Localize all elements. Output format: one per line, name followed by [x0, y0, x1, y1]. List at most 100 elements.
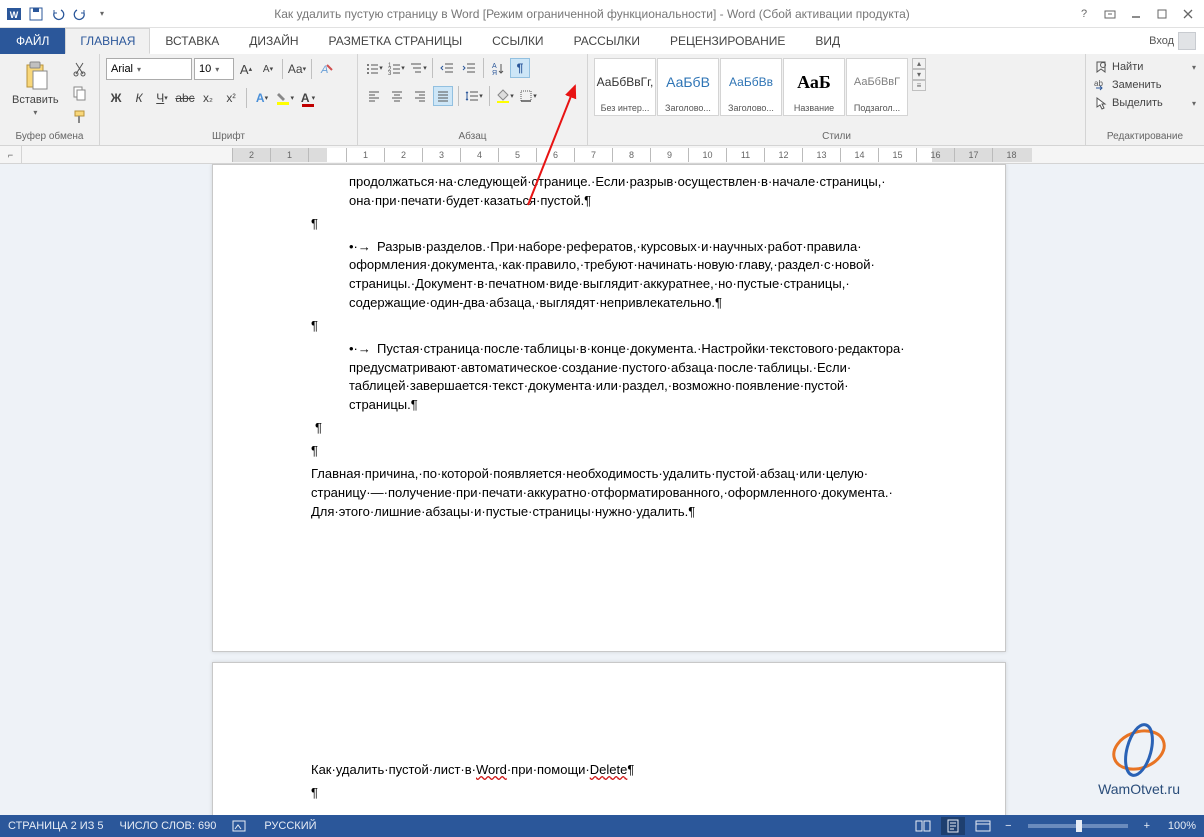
tab-layout[interactable]: РАЗМЕТКА СТРАНИЦЫ [314, 28, 478, 54]
sort-icon[interactable]: АЯ [488, 58, 508, 78]
paragraph-mark: ¶ [311, 784, 945, 803]
show-marks-icon[interactable]: ¶ [510, 58, 530, 78]
borders-icon[interactable]: ▾ [518, 86, 538, 106]
chevron-down-icon[interactable]: ▾ [137, 65, 141, 74]
shrink-font-icon[interactable]: A▾ [258, 59, 278, 79]
maximize-icon[interactable] [1150, 4, 1174, 24]
watermark: WamOtvet.ru [1098, 721, 1180, 797]
italic-icon[interactable]: К [129, 88, 149, 108]
change-case-icon[interactable]: Aa▾ [287, 59, 307, 79]
chevron-down-icon[interactable]: ▾ [1192, 63, 1196, 72]
status-page[interactable]: СТРАНИЦА 2 ИЗ 5 [8, 820, 104, 832]
font-size-combo[interactable]: 10▾ [194, 58, 234, 80]
select-button[interactable]: Выделить ▾ [1092, 94, 1198, 112]
style-title[interactable]: АаБНазвание [783, 58, 845, 116]
line-spacing-icon[interactable]: ▾ [464, 86, 484, 106]
view-read-icon[interactable] [911, 817, 935, 835]
chevron-down-icon[interactable]: ▾ [1192, 99, 1196, 108]
document-area[interactable]: продолжаться·на·следующей·странице.·Если… [0, 164, 1204, 815]
zoom-out-icon[interactable]: − [1001, 820, 1015, 832]
zoom-in-icon[interactable]: + [1140, 820, 1154, 832]
numbering-icon[interactable]: 123▾ [386, 58, 406, 78]
copy-icon[interactable] [69, 82, 91, 104]
style-subtitle[interactable]: АаБбВвГПодзагол... [846, 58, 908, 116]
clear-format-icon[interactable]: A [316, 59, 336, 79]
view-web-icon[interactable] [971, 817, 995, 835]
style-heading2[interactable]: АаБбВвЗаголово... [720, 58, 782, 116]
cut-icon[interactable] [69, 58, 91, 80]
text-effects-icon[interactable]: A▾ [252, 88, 272, 108]
zoom-slider[interactable] [1028, 824, 1128, 828]
style-no-spacing[interactable]: АаБбВвГг,Без интер... [594, 58, 656, 116]
status-bar: СТРАНИЦА 2 ИЗ 5 ЧИСЛО СЛОВ: 690 РУССКИЙ … [0, 815, 1204, 837]
underline-icon[interactable]: Ч▾ [152, 88, 172, 108]
qat-customize-icon[interactable]: ▾ [92, 4, 112, 24]
format-painter-icon[interactable] [69, 106, 91, 128]
svg-text:3: 3 [388, 71, 392, 75]
paste-button[interactable]: Вставить ▾ [6, 58, 65, 119]
close-icon[interactable] [1176, 4, 1200, 24]
sign-in[interactable]: Вход [1141, 28, 1204, 54]
zoom-thumb[interactable] [1076, 820, 1082, 832]
zoom-value[interactable]: 100% [1160, 820, 1196, 832]
strike-icon[interactable]: abc [175, 88, 195, 108]
chevron-down-icon[interactable]: ▾ [215, 65, 219, 74]
tab-home[interactable]: ГЛАВНАЯ [65, 28, 150, 54]
justify-icon[interactable] [433, 86, 453, 106]
shading-icon[interactable]: ▾ [495, 86, 515, 106]
title-bar: W ▾ Как удалить пустую страницу в Word [… [0, 0, 1204, 28]
heading-line: Как·удалить·пустой·лист·в·Word·при·помощ… [311, 761, 945, 780]
status-proofing-icon[interactable] [232, 819, 248, 833]
group-font: Arial▾ 10▾ A▴ A▾ Aa▾ A Ж К Ч▾ abc x₂ x² … [100, 54, 358, 145]
status-language[interactable]: РУССКИЙ [264, 820, 316, 832]
grow-font-icon[interactable]: A▴ [236, 59, 256, 79]
superscript-icon[interactable]: x² [221, 88, 241, 108]
bold-icon[interactable]: Ж [106, 88, 126, 108]
ribbon-display-icon[interactable] [1098, 4, 1122, 24]
avatar-icon [1178, 32, 1196, 50]
group-styles-label: Стили [594, 129, 1079, 145]
style-heading1[interactable]: АаБбВЗаголово... [657, 58, 719, 116]
view-print-icon[interactable] [941, 817, 965, 835]
replace-button[interactable]: abЗаменить [1092, 76, 1198, 94]
help-icon[interactable]: ? [1072, 4, 1096, 24]
tab-review[interactable]: РЕЦЕНЗИРОВАНИЕ [655, 28, 800, 54]
status-words[interactable]: ЧИСЛО СЛОВ: 690 [120, 820, 217, 832]
multilevel-icon[interactable]: ▾ [408, 58, 428, 78]
find-button[interactable]: Найти▾ [1092, 58, 1198, 76]
select-label: Выделить [1112, 97, 1163, 109]
tab-design[interactable]: ДИЗАЙН [234, 28, 313, 54]
font-color-icon[interactable]: A▾ [298, 88, 318, 108]
highlight-icon[interactable]: ▾ [275, 88, 295, 108]
tab-file[interactable]: ФАЙЛ [0, 28, 65, 54]
align-right-icon[interactable] [410, 86, 430, 106]
align-left-icon[interactable] [364, 86, 384, 106]
undo-icon[interactable] [48, 4, 68, 24]
tab-mailings[interactable]: РАССЫЛКИ [559, 28, 655, 54]
group-font-label: Шрифт [106, 129, 351, 145]
ruler-corner[interactable]: ⌐ [0, 146, 22, 163]
group-styles: АаБбВвГг,Без интер... АаБбВЗаголово... А… [588, 54, 1086, 145]
group-paragraph: ▾ 123▾ ▾ АЯ ¶ ▾ ▾ ▾ Абза [358, 54, 588, 145]
minimize-icon[interactable] [1124, 4, 1148, 24]
paragraph-mark: ¶ [311, 215, 945, 234]
align-center-icon[interactable] [387, 86, 407, 106]
svg-text:ab: ab [1094, 79, 1103, 88]
ruler-horizontal[interactable]: ⌐ 21123456789101112131415161718 [0, 146, 1204, 164]
subscript-icon[interactable]: x₂ [198, 88, 218, 108]
save-icon[interactable] [26, 4, 46, 24]
bullets-icon[interactable]: ▾ [364, 58, 384, 78]
ribbon: Вставить ▾ Буфер обмена Arial▾ 10▾ A▴ A▾… [0, 54, 1204, 146]
tab-insert[interactable]: ВСТАВКА [150, 28, 234, 54]
styles-scroll: ▴ ▾ ≡ [912, 58, 926, 91]
redo-icon[interactable] [70, 4, 90, 24]
text-line: продолжаться·на·следующей·странице.·Если… [311, 173, 945, 211]
increase-indent-icon[interactable] [459, 58, 479, 78]
decrease-indent-icon[interactable] [437, 58, 457, 78]
styles-up-icon[interactable]: ▴ [912, 58, 926, 69]
styles-more-icon[interactable]: ≡ [912, 80, 926, 91]
tab-references[interactable]: ССЫЛКИ [477, 28, 558, 54]
tab-view[interactable]: ВИД [800, 28, 855, 54]
word-icon[interactable]: W [4, 4, 24, 24]
font-name-combo[interactable]: Arial▾ [106, 58, 192, 80]
